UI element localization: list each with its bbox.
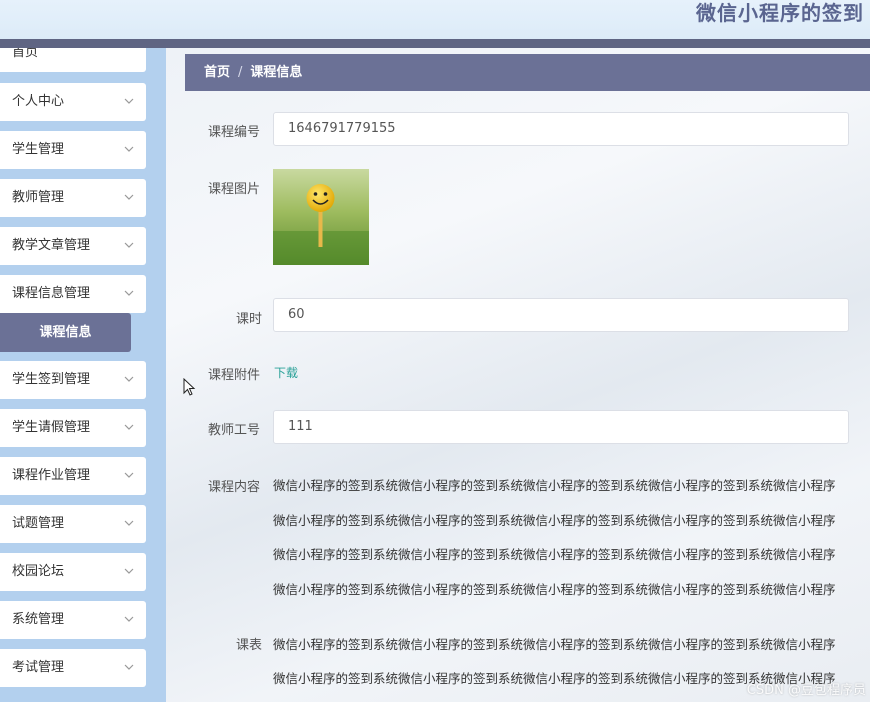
chevron-down-icon bbox=[124, 664, 134, 670]
sidebar-item-label: 课程信息管理 bbox=[12, 286, 91, 301]
header-divider-bar bbox=[0, 39, 870, 48]
content-label: 课程内容 bbox=[208, 480, 261, 495]
sidebar-menu: 首页 个人中心 学生管理 教师管理 教学文章管理 课程信息管理 课程信息 学生签… bbox=[0, 48, 166, 702]
chevron-down-icon bbox=[124, 98, 134, 104]
course-image bbox=[273, 169, 369, 265]
sidebar-item-students[interactable]: 学生管理 bbox=[0, 131, 146, 169]
schedule-line: 微信小程序的签到系统微信小程序的签到系统微信小程序的签到系统微信小程序的签到系统… bbox=[273, 637, 836, 652]
sidebar-item-label: 学生请假管理 bbox=[12, 420, 91, 435]
watermark: CSDN @豆包程序员 bbox=[746, 683, 866, 698]
hours-label: 课时 bbox=[235, 312, 262, 327]
breadcrumb: 首页 / 课程信息 bbox=[185, 54, 870, 91]
teacher-no-label: 教师工号 bbox=[208, 423, 261, 438]
schedule-label: 课表 bbox=[235, 638, 262, 653]
sidebar-subitem-course-info[interactable]: 课程信息 bbox=[0, 313, 131, 352]
sidebar-item-homework[interactable]: 课程作业管理 bbox=[0, 457, 146, 495]
sidebar-item-label: 教师管理 bbox=[12, 190, 65, 205]
hours-field[interactable]: 60 bbox=[273, 298, 849, 332]
breadcrumb-separator: / bbox=[238, 65, 243, 80]
sidebar-item-label: 教学文章管理 bbox=[12, 238, 91, 253]
main-content: 首页 / 课程信息 课程编号 1646791779155 课程图片 课时 60 … bbox=[166, 48, 870, 702]
chevron-down-icon bbox=[124, 424, 134, 430]
chevron-down-icon bbox=[124, 242, 134, 248]
sidebar-item-forum[interactable]: 校园论坛 bbox=[0, 553, 146, 591]
content-line: 微信小程序的签到系统微信小程序的签到系统微信小程序的签到系统微信小程序的签到系统… bbox=[273, 547, 836, 562]
top-header: 微信小程序的签到 bbox=[0, 0, 870, 40]
sidebar-item-personal-center[interactable]: 个人中心 bbox=[0, 83, 146, 121]
sidebar-item-course-info[interactable]: 课程信息管理 bbox=[0, 275, 146, 313]
sidebar-item-articles[interactable]: 教学文章管理 bbox=[0, 227, 146, 265]
sidebar-item-checkin[interactable]: 学生签到管理 bbox=[0, 361, 146, 399]
sidebar-item-questions[interactable]: 试题管理 bbox=[0, 505, 146, 543]
course-no-label: 课程编号 bbox=[208, 125, 261, 140]
breadcrumb-current: 课程信息 bbox=[250, 65, 303, 80]
sidebar-item-leave[interactable]: 学生请假管理 bbox=[0, 409, 146, 447]
sidebar-item-system[interactable]: 系统管理 bbox=[0, 601, 146, 639]
sidebar-item-label: 学生管理 bbox=[12, 142, 65, 157]
content-line: 微信小程序的签到系统微信小程序的签到系统微信小程序的签到系统微信小程序的签到系统… bbox=[273, 513, 836, 528]
sidebar-item-label: 个人中心 bbox=[12, 94, 65, 109]
sidebar-item-label: 校园论坛 bbox=[12, 564, 65, 579]
sidebar-item-label: 试题管理 bbox=[12, 516, 65, 531]
sidebar-item-home[interactable]: 首页 bbox=[0, 48, 146, 72]
content-line: 微信小程序的签到系统微信小程序的签到系统微信小程序的签到系统微信小程序的签到系统… bbox=[273, 478, 836, 493]
content-line: 微信小程序的签到系统微信小程序的签到系统微信小程序的签到系统微信小程序的签到系统… bbox=[273, 582, 836, 597]
sidebar-item-label: 考试管理 bbox=[12, 660, 65, 675]
teacher-no-field[interactable]: 111 bbox=[273, 410, 849, 444]
course-image-label: 课程图片 bbox=[208, 182, 261, 197]
attachment-label: 课程附件 bbox=[208, 368, 261, 383]
chevron-down-icon bbox=[124, 376, 134, 382]
app-title: 微信小程序的签到 bbox=[696, 1, 864, 25]
sidebar-item-label: 课程作业管理 bbox=[12, 468, 91, 483]
course-no-field[interactable]: 1646791779155 bbox=[273, 112, 849, 146]
chevron-down-icon bbox=[124, 290, 134, 296]
chevron-down-icon bbox=[124, 616, 134, 622]
chevron-down-icon bbox=[124, 520, 134, 526]
sidebar-item-label: 学生签到管理 bbox=[12, 372, 91, 387]
sidebar-item-teachers[interactable]: 教师管理 bbox=[0, 179, 146, 217]
attachment-download-link[interactable]: 下载 bbox=[274, 364, 298, 381]
sidebar-item-label: 首页 bbox=[12, 48, 39, 60]
chevron-down-icon bbox=[124, 194, 134, 200]
breadcrumb-home[interactable]: 首页 bbox=[204, 65, 230, 80]
sidebar-item-exams[interactable]: 考试管理 bbox=[0, 649, 146, 687]
chevron-down-icon bbox=[124, 568, 134, 574]
sidebar-item-label: 系统管理 bbox=[12, 612, 65, 627]
chevron-down-icon bbox=[124, 472, 134, 478]
chevron-down-icon bbox=[124, 146, 134, 152]
mouse-cursor-icon bbox=[183, 378, 196, 396]
